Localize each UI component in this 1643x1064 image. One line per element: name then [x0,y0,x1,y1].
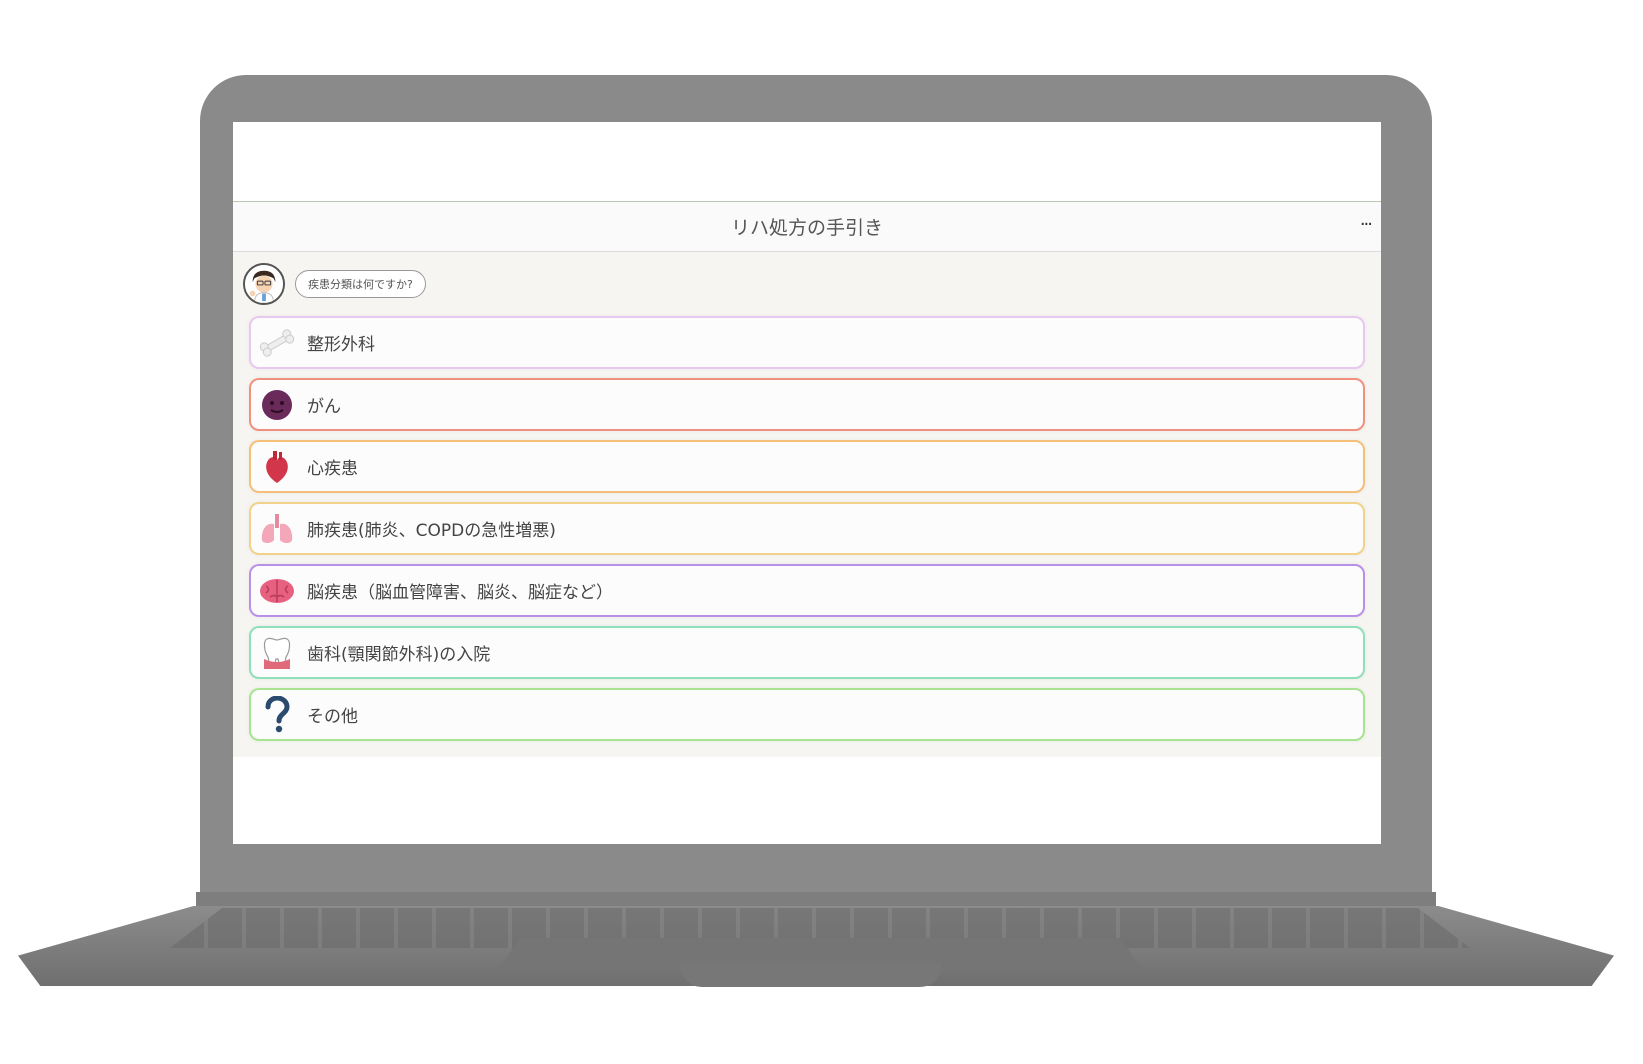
option-orthopedics[interactable]: 整形外科 [249,316,1365,369]
option-label: 整形外科 [307,335,375,355]
bot-message-bubble: 疾患分類は何ですか? [295,270,426,298]
option-label: 脳疾患（脳血管障害、脳炎、脳症など） [307,583,613,603]
option-label: その他 [307,707,358,727]
option-other[interactable]: その他 [249,688,1365,741]
title-bar: リハ処方の手引き ··· [233,202,1381,252]
option-dental[interactable]: 歯科(顎関節外科)の入院 [249,626,1365,679]
more-options-button[interactable]: ··· [1360,214,1373,235]
heart-icon [251,445,303,489]
option-heart-disease[interactable]: 心疾患 [249,440,1365,493]
laptop-notch [680,963,942,987]
option-label: がん [307,397,341,417]
top-blank-area [233,122,1381,202]
bone-icon [251,321,303,365]
option-label: 心疾患 [307,459,358,479]
laptop-screen: リハ処方の手引き ··· 疾患分類は何ですか? 整形外科 がん 心疾患 肺疾患(… [233,122,1381,844]
option-label: 歯科(顎関節外科)の入院 [307,645,491,665]
doctor-avatar [243,263,285,305]
lungs-icon [251,507,303,551]
tooth-icon [251,631,303,675]
option-brain-disease[interactable]: 脳疾患（脳血管障害、脳炎、脳症など） [249,564,1365,617]
question-icon [251,693,303,737]
chat-area: 疾患分類は何ですか? 整形外科 がん 心疾患 肺疾患(肺炎、COPDの急性増悪)… [233,252,1381,757]
cancer-cell-icon [251,383,303,427]
option-cancer[interactable]: がん [249,378,1365,431]
app-title: リハ処方の手引き [730,217,883,239]
bottom-blank-area [233,757,1381,842]
option-lung-disease[interactable]: 肺疾患(肺炎、COPDの急性増悪) [249,502,1365,555]
option-label: 肺疾患(肺炎、COPDの急性増悪) [307,521,556,541]
bot-message-row: 疾患分類は何ですか? [243,260,1365,308]
brain-icon [251,569,303,613]
laptop-hinge [196,892,1436,908]
